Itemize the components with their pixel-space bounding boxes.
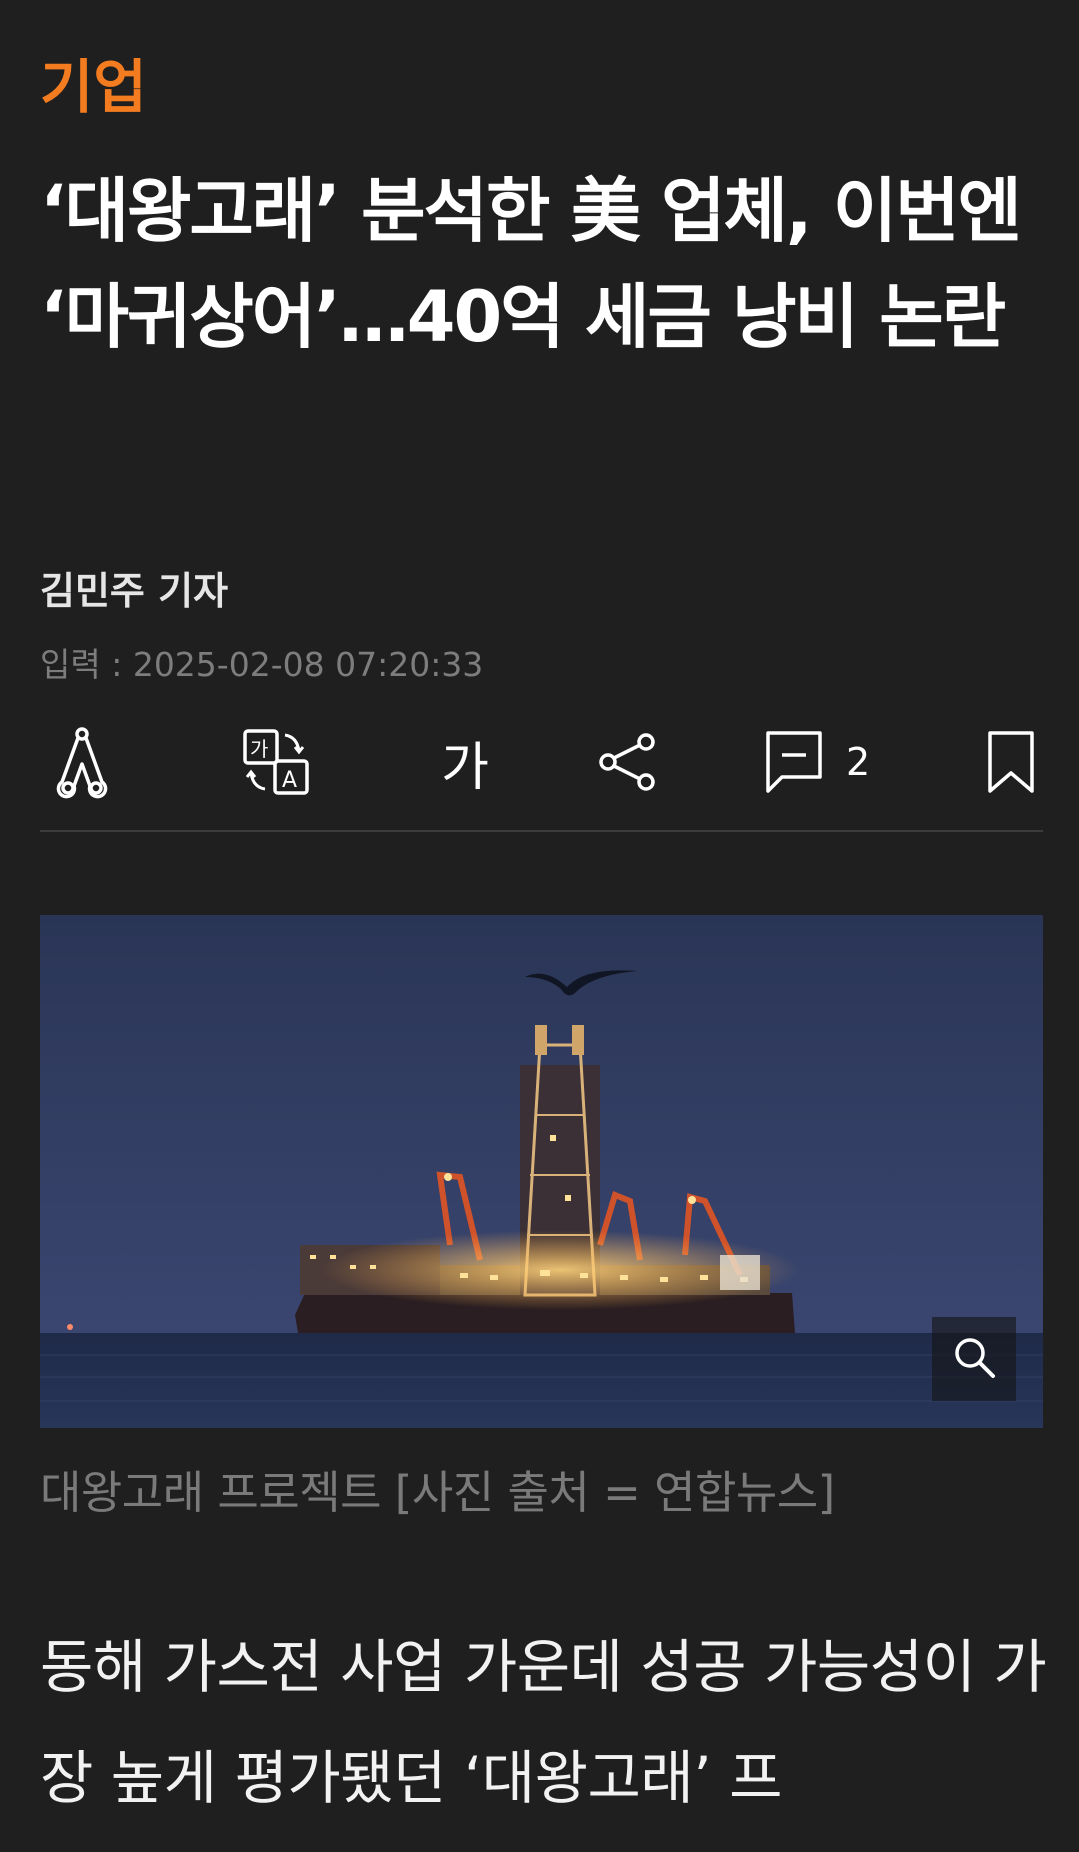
photo-zoom-button[interactable] — [932, 1317, 1016, 1401]
article-body-paragraph: 동해 가스전 사업 가운데 성공 가능성이 가장 높게 평가됐던 ‘대왕고래’ … — [40, 1633, 1047, 1812]
text-size-icon: 가 — [441, 737, 489, 798]
article-headline: ‘대왕고래’ 분석한 美 업체, 이번엔 ‘마귀상어’…40억 세금 낭비 논란 — [40, 170, 1022, 358]
published-timestamp: 입력 : 2025-02-08 07:20:33 — [40, 645, 484, 684]
bookmark-icon — [986, 729, 1036, 795]
ai-summary-button[interactable] — [40, 720, 124, 804]
reporter-name[interactable]: 김민주 기자 — [40, 572, 228, 610]
svg-text:가: 가 — [250, 737, 268, 761]
comment-button[interactable]: 2 — [764, 720, 924, 804]
article-category[interactable]: 기업 — [40, 58, 147, 116]
ai-summary-icon — [54, 724, 110, 800]
drilling-ship-image — [40, 915, 1043, 1428]
translate-button[interactable]: 가 A — [236, 720, 316, 804]
share-button[interactable] — [588, 720, 668, 804]
share-icon — [596, 730, 660, 794]
article-photo[interactable] — [40, 915, 1043, 1428]
article-toolbar: 가 A 가 2 — [40, 720, 1043, 832]
bookmark-button[interactable] — [979, 720, 1043, 804]
magnifier-icon — [951, 1334, 997, 1384]
photo-caption: 대왕고래 프로젝트 [사진 출처 = 연합뉴스] — [40, 1466, 835, 1519]
svg-text:A: A — [282, 768, 297, 793]
comment-count: 2 — [846, 740, 871, 784]
comment-icon — [764, 729, 824, 795]
text-size-button[interactable]: 가 — [415, 720, 515, 804]
translate-icon: 가 A — [241, 727, 311, 797]
